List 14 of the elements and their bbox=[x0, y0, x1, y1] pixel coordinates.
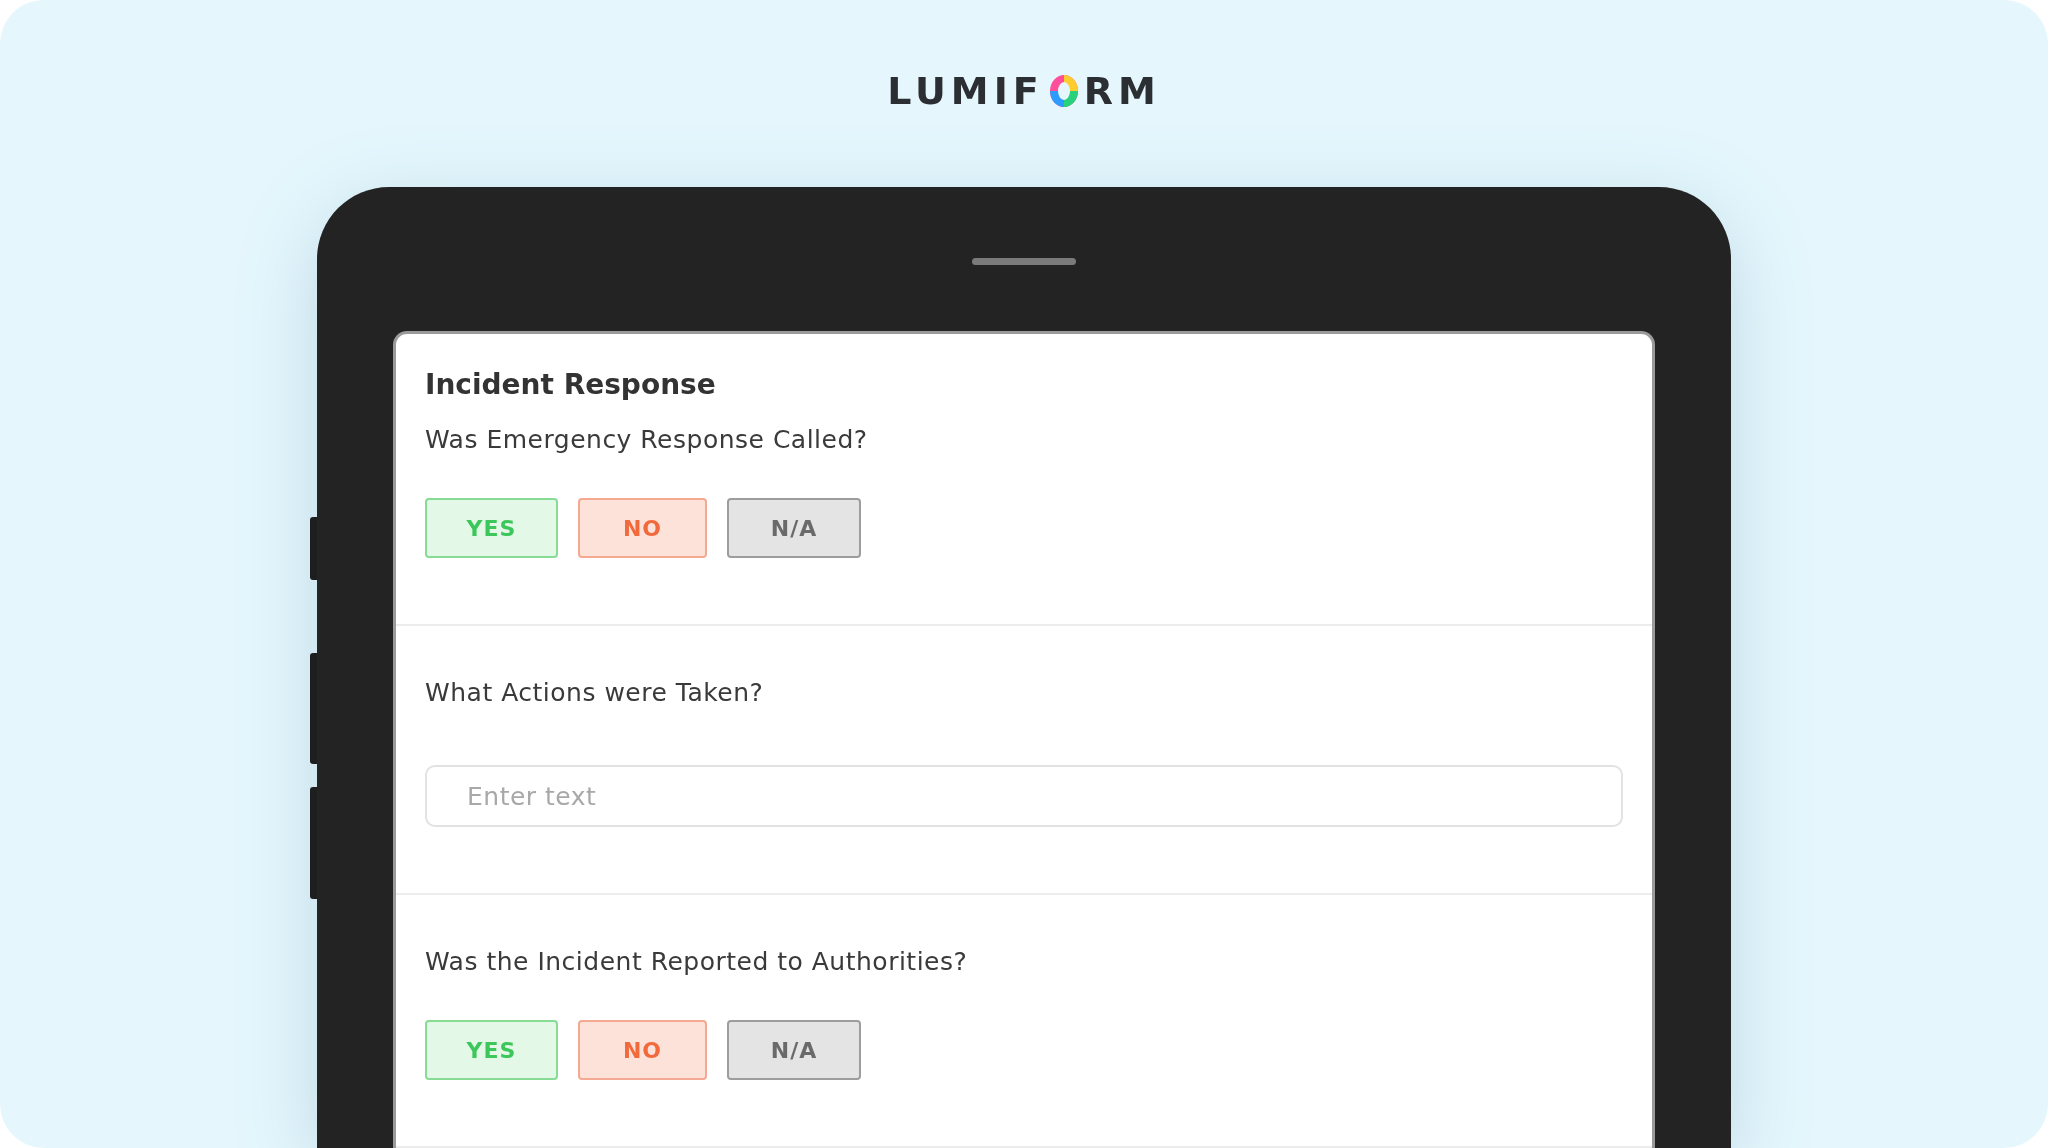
answer-button[interactable]: YES bbox=[425, 1020, 558, 1080]
logo-text: RM bbox=[1083, 72, 1161, 110]
answer-button[interactable]: N/A bbox=[727, 498, 861, 558]
input-field[interactable]: Enter text bbox=[425, 765, 1623, 827]
answer-button[interactable]: YES bbox=[425, 498, 558, 558]
form-title: Incident Response bbox=[424, 367, 717, 401]
question-label: Was the Incident Reported to Authorities? bbox=[425, 947, 969, 976]
logo-text: LUMIF bbox=[887, 72, 1044, 110]
answer-button[interactable]: N/A bbox=[727, 1020, 861, 1080]
question-label: What Actions were Taken? bbox=[425, 678, 765, 707]
logo-ring-icon bbox=[1047, 73, 1080, 109]
question-label: Was Emergency Response Called? bbox=[425, 425, 869, 454]
answer-button[interactable]: NO bbox=[578, 1020, 707, 1080]
answer-button[interactable]: NO bbox=[578, 498, 707, 558]
